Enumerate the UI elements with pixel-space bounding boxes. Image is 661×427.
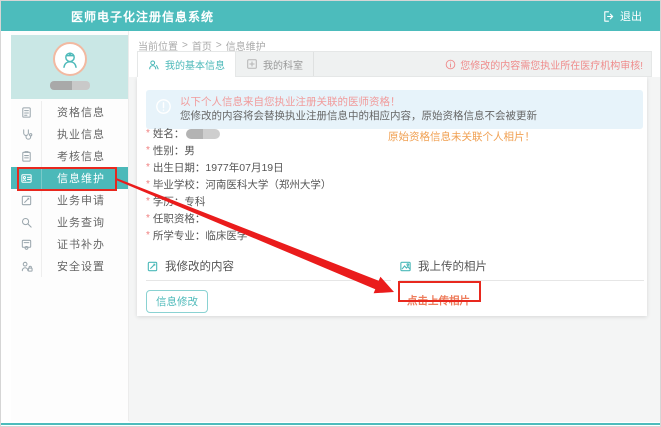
modified-content-header: 我修改的内容 <box>146 258 391 281</box>
sidebar-item-info-maintenance[interactable]: 信息维护 <box>11 167 128 189</box>
sidebar-item-qualification-info[interactable]: 资格信息 <box>11 101 128 123</box>
basic-info-panel: 以下个人信息来自您执业注册关联的医师资格！ 您修改的内容将会替换执业注册信息中的… <box>137 77 647 316</box>
field-value: 临床医学 <box>205 228 247 243</box>
sidebar: 资格信息 执业信息 考核信息 信息维护 业务申请 业务查询 <box>11 31 129 421</box>
redacted-user-name <box>50 81 90 90</box>
required-marker: * <box>146 213 150 224</box>
clipboard-icon <box>11 145 41 167</box>
sidebar-item-security-settings[interactable]: 安全设置 <box>11 255 128 277</box>
tab-basic-info[interactable]: 我的基本信息 <box>138 51 236 77</box>
sidebar-item-label: 考核信息 <box>41 145 128 167</box>
field-label: 姓名： <box>153 126 185 141</box>
field-row-school: * 毕业学校： 河南医科大学（郑州大学） <box>146 176 331 193</box>
app-header: 医师电子化注册信息系统 退出 <box>1 1 660 31</box>
field-label: 性别： <box>153 143 185 158</box>
sidebar-item-label: 证书补办 <box>41 233 128 255</box>
sidebar-item-assessment-info[interactable]: 考核信息 <box>11 145 128 167</box>
redacted-name-value <box>186 129 220 139</box>
tab-label: 我的基本信息 <box>165 57 225 72</box>
certificate-icon <box>11 233 41 255</box>
sidebar-item-label: 执业信息 <box>41 123 128 145</box>
required-marker: * <box>146 145 150 156</box>
uploaded-photo-header: 我上传的相片 <box>399 258 644 281</box>
field-value: 1977年07月19日 <box>205 160 283 175</box>
avatar-panel <box>11 35 128 99</box>
personal-info-fields: * 姓名： * 性别： 男 * 出生日期： 1977年07月19日 * 毕业学校… <box>146 125 331 244</box>
section-title: 我修改的内容 <box>165 258 234 274</box>
review-warning: 您修改的内容需您执业所在医疗机构审核! <box>445 52 651 76</box>
plus-square-icon <box>246 58 258 70</box>
upload-photo-link[interactable]: 点击上传相片 <box>407 293 470 308</box>
edit-square-icon <box>146 260 159 273</box>
sidebar-item-label: 业务申请 <box>41 189 128 211</box>
sidebar-item-practice-info[interactable]: 执业信息 <box>11 123 128 145</box>
field-value: 专科 <box>184 194 205 209</box>
notice-line-2: 您修改的内容将会替换执业注册信息中的相应内容，原始资格信息不会被更新 <box>180 109 633 123</box>
required-marker: * <box>146 179 150 190</box>
uploaded-photo-section: 我上传的相片 点击上传相片 <box>399 258 644 309</box>
form-edit-icon <box>11 189 41 211</box>
tab-my-department[interactable]: 我的科室 <box>236 52 314 76</box>
review-warning-text: 您修改的内容需您执业所在医疗机构审核! <box>460 57 643 72</box>
logout-icon <box>602 10 615 23</box>
field-label: 所学专业： <box>153 228 206 243</box>
bottom-accent-line <box>1 423 660 425</box>
sidebar-item-label: 业务查询 <box>41 211 128 233</box>
logout-button[interactable]: 退出 <box>602 1 642 31</box>
field-label: 任职资格： <box>153 211 206 226</box>
logout-label: 退出 <box>620 8 642 24</box>
app-window: 医师电子化注册信息系统 退出 资格信息 执业信息 <box>0 0 661 427</box>
field-label: 出生日期： <box>153 160 206 175</box>
document-icon <box>11 101 41 123</box>
field-label: 学历： <box>153 194 185 209</box>
required-marker: * <box>146 162 150 173</box>
search-icon <box>11 211 41 233</box>
field-row-qualification: * 任职资格： <box>146 210 331 227</box>
user-lock-icon <box>11 255 41 277</box>
sidebar-menu: 资格信息 执业信息 考核信息 信息维护 业务申请 业务查询 <box>11 101 128 277</box>
stethoscope-icon <box>11 123 41 145</box>
notice-box: 以下个人信息来自您执业注册关联的医师资格！ 您修改的内容将会替换执业注册信息中的… <box>146 90 643 129</box>
info-circle-icon <box>445 59 456 70</box>
tab-bar: 我的基本信息 我的科室 您修改的内容需您执业所在医疗机构审核! <box>137 51 652 77</box>
field-label: 毕业学校： <box>153 177 206 192</box>
modified-content-section: 我修改的内容 信息修改 <box>146 258 391 313</box>
sidebar-item-business-application[interactable]: 业务申请 <box>11 189 128 211</box>
main-content: 当前位置 > 首页 > 信息维护 我的基本信息 我的科室 您修改的内容需您执业所… <box>129 31 660 426</box>
sidebar-item-business-query[interactable]: 业务查询 <box>11 211 128 233</box>
id-card-icon <box>11 167 41 189</box>
section-title: 我上传的相片 <box>418 258 487 274</box>
sidebar-item-certificate-reissue[interactable]: 证书补办 <box>11 233 128 255</box>
required-marker: * <box>146 128 150 139</box>
info-modify-button[interactable]: 信息修改 <box>146 290 208 313</box>
person-icon <box>148 59 160 71</box>
breadcrumb-separator: > <box>182 40 188 51</box>
tab-label: 我的科室 <box>263 57 303 72</box>
field-row-education: * 学历： 专科 <box>146 193 331 210</box>
field-row-name: * 姓名： <box>146 125 331 142</box>
notice-line-1: 以下个人信息来自您执业注册关联的医师资格！ <box>180 95 633 109</box>
photo-icon <box>399 260 412 273</box>
doctor-icon <box>59 48 81 70</box>
avatar <box>53 42 87 76</box>
sidebar-item-label: 安全设置 <box>41 255 128 277</box>
required-marker: * <box>146 196 150 207</box>
field-value: 河南医科大学（郑州大学） <box>205 177 331 192</box>
required-marker: * <box>146 230 150 241</box>
photo-not-linked-note: 原始资格信息未关联个人相片！ <box>388 129 535 144</box>
exclamation-circle-icon <box>155 98 172 119</box>
sidebar-item-label: 信息维护 <box>41 167 128 189</box>
sidebar-item-label: 资格信息 <box>41 101 128 123</box>
app-title: 医师电子化注册信息系统 <box>71 8 214 25</box>
field-row-major: * 所学专业： 临床医学 <box>146 227 331 244</box>
field-row-birthdate: * 出生日期： 1977年07月19日 <box>146 159 331 176</box>
field-value: 男 <box>184 143 195 158</box>
breadcrumb-separator: > <box>216 40 222 51</box>
field-row-gender: * 性别： 男 <box>146 142 331 159</box>
